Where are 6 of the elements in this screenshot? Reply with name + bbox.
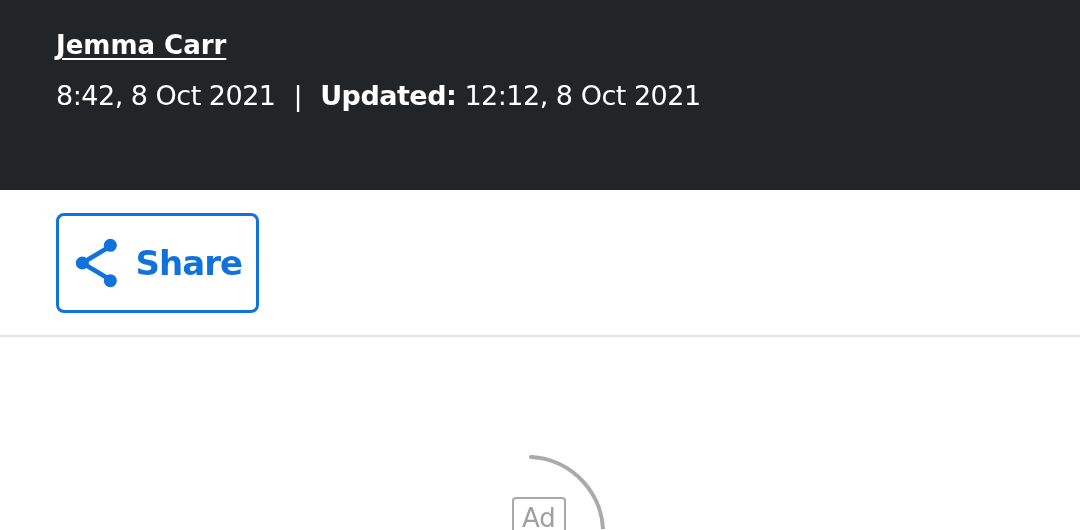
share-button[interactable]: Share	[56, 213, 259, 313]
ad-label: Ad	[512, 497, 566, 530]
separator: |	[293, 80, 303, 111]
published-time: 8:42, 8 Oct 2021	[56, 80, 276, 111]
author-link[interactable]: Jemma Carr	[56, 30, 227, 60]
updated-time: Updated: 12:12, 8 Oct 2021	[320, 80, 701, 111]
